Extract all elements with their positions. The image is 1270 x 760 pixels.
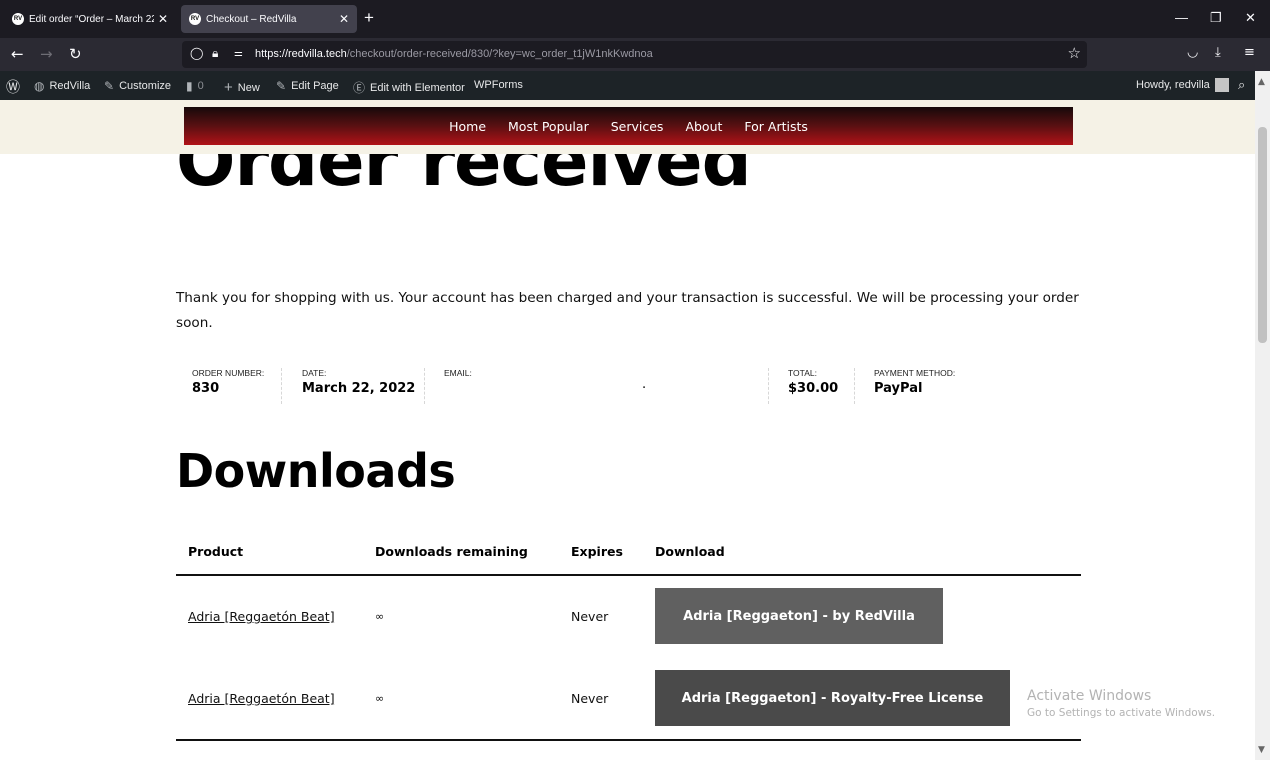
plus-icon: + [224,79,233,96]
admin-edit-page[interactable]: ✎ Edit Page [276,79,339,93]
close-tab-icon[interactable]: ✕ [339,12,349,26]
page-content: Home Most Popular Services About For Art… [0,100,1255,760]
wordpress-logo-icon[interactable]: Ⓦ [6,77,20,97]
address-bar[interactable]: ◯ 🔒︎ ⚌ https://redvilla.tech/checkout/or… [182,41,1087,68]
order-overview: Order number: 830 Date: March 22, 2022 E… [176,368,1081,404]
menu-icon[interactable]: ≡ [1244,45,1255,60]
downloads-remaining: ∞ [375,692,385,705]
scroll-down-icon[interactable]: ▼ [1258,745,1265,755]
scroll-up-icon[interactable]: ▲ [1258,77,1265,87]
search-icon[interactable]: ⌕ [1238,77,1245,93]
order-date: Date: March 22, 2022 [302,368,425,404]
order-total: Total: $30.00 [788,368,855,404]
url-path: /checkout/order-received/830/?key=wc_ord… [346,48,653,60]
avatar [1214,78,1229,92]
forward-icon[interactable]: → [40,45,53,63]
close-tab-icon[interactable]: ✕ [158,12,168,26]
favicon-icon: RV [12,13,24,25]
product-link[interactable]: Adria [Reggaetón Beat] [188,609,335,624]
admin-site-name[interactable]: ◍ RedVilla [34,79,90,93]
site-header: Home Most Popular Services About For Art… [0,100,1255,154]
tab-checkout[interactable]: RV Checkout – RedVilla ✕ [181,5,357,33]
dashboard-icon: ◍ [34,79,45,93]
menu-item-most-popular[interactable]: Most Popular [508,119,589,134]
col-expires: Expires [571,544,623,559]
admin-customize[interactable]: ✎ Customize [104,79,171,93]
activate-windows-watermark: Activate Windows Go to Settings to activ… [1027,688,1216,719]
expires: Never [571,609,609,624]
back-icon[interactable]: ← [11,45,24,63]
tab-edit-order[interactable]: RV Edit order “Order – March 22, 2… ✕ [4,5,176,33]
download-button[interactable]: Adria [Reggaeton] - Royalty-Free License [655,670,1010,726]
shield-icon[interactable]: ◯ [190,46,203,60]
pocket-icon[interactable]: ◡ [1187,45,1198,60]
permissions-icon[interactable]: ⚌ [234,48,243,59]
restore-icon[interactable]: ❐ [1210,10,1222,26]
admin-account[interactable]: Howdy, redvilla [1136,78,1229,92]
comment-icon: ▮ [186,79,193,93]
new-tab-icon[interactable]: + [364,8,374,28]
url-text[interactable]: https://redvilla.tech/checkout/order-rec… [255,48,653,60]
download-icon[interactable]: ⤓ [1215,45,1221,60]
admin-wpforms[interactable]: WPForms [474,79,523,91]
menu-item-home[interactable]: Home [449,119,486,134]
admin-new[interactable]: + New [224,79,260,96]
main-menu: Home Most Popular Services About For Art… [184,107,1073,145]
order-email: Email: · [444,368,769,404]
download-button[interactable]: Adria [Reggaeton] - by RedVilla [655,588,943,644]
url-domain: https://redvilla.tech [255,48,347,60]
admin-elementor[interactable]: Ⓔ Edit with Elementor [353,79,465,96]
scroll-thumb[interactable] [1258,127,1267,343]
tab-title: Checkout – RedVilla [206,13,297,25]
menu-item-services[interactable]: Services [611,119,664,134]
page-scrollbar[interactable]: ▲ ▼ [1255,71,1270,760]
lock-icon[interactable]: 🔒︎ [212,46,218,61]
elementor-icon: Ⓔ [353,81,366,95]
favicon-icon: RV [189,13,201,25]
table-footer-rule [176,739,1081,741]
menu-item-about[interactable]: About [685,119,722,134]
order-number: Order number: 830 [176,368,282,404]
thank-you-message: Thank you for shopping with us. Your acc… [176,290,1079,331]
browser-toolbar: ← → ↻ ◯ 🔒︎ ⚌ https://redvilla.tech/check… [0,38,1270,71]
product-link[interactable]: Adria [Reggaetón Beat] [188,691,335,706]
menu-item-for-artists[interactable]: For Artists [744,119,808,134]
tab-title: Edit order “Order – March 22, 2… [29,13,154,25]
reload-icon[interactable]: ↻ [69,45,82,63]
col-download: Download [655,544,725,559]
downloads-heading: Downloads [176,444,456,498]
pencil-icon: ✎ [276,79,287,93]
expires: Never [571,691,609,706]
table-header-rule [176,574,1081,576]
browser-tab-bar: RV Edit order “Order – March 22, 2… ✕ RV… [0,0,1270,38]
admin-comments[interactable]: ▮ 0 [186,79,204,93]
minimize-icon[interactable]: — [1175,10,1188,25]
downloads-remaining: ∞ [375,610,385,623]
bookmark-star-icon[interactable]: ☆ [1068,44,1081,62]
order-payment-method: Payment method: PayPal [874,368,956,396]
brush-icon: ✎ [104,79,115,93]
col-downloads-remaining: Downloads remaining [375,544,528,559]
window-close-icon[interactable]: ✕ [1245,10,1256,26]
col-product: Product [188,544,244,559]
wp-admin-bar: Ⓦ ◍ RedVilla ✎ Customize ▮ 0 + New ✎ Edit Pag… [0,71,1270,100]
